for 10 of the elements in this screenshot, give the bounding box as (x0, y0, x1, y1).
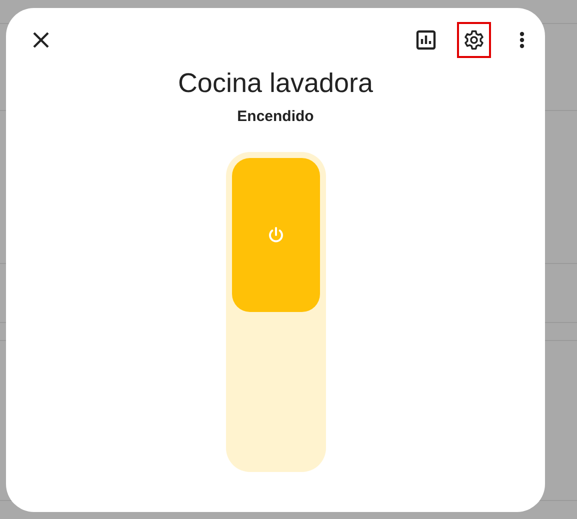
more-icon (519, 31, 525, 49)
close-icon (32, 31, 50, 49)
toggle-track[interactable] (226, 152, 326, 472)
power-toggle[interactable] (232, 158, 320, 312)
settings-icon (463, 29, 485, 51)
power-icon (266, 226, 284, 244)
state-label: Encendido (237, 108, 314, 125)
dialog-title: Cocina lavadora (178, 68, 374, 99)
bar-chart-icon (416, 30, 436, 50)
settings-button[interactable] (457, 22, 491, 58)
